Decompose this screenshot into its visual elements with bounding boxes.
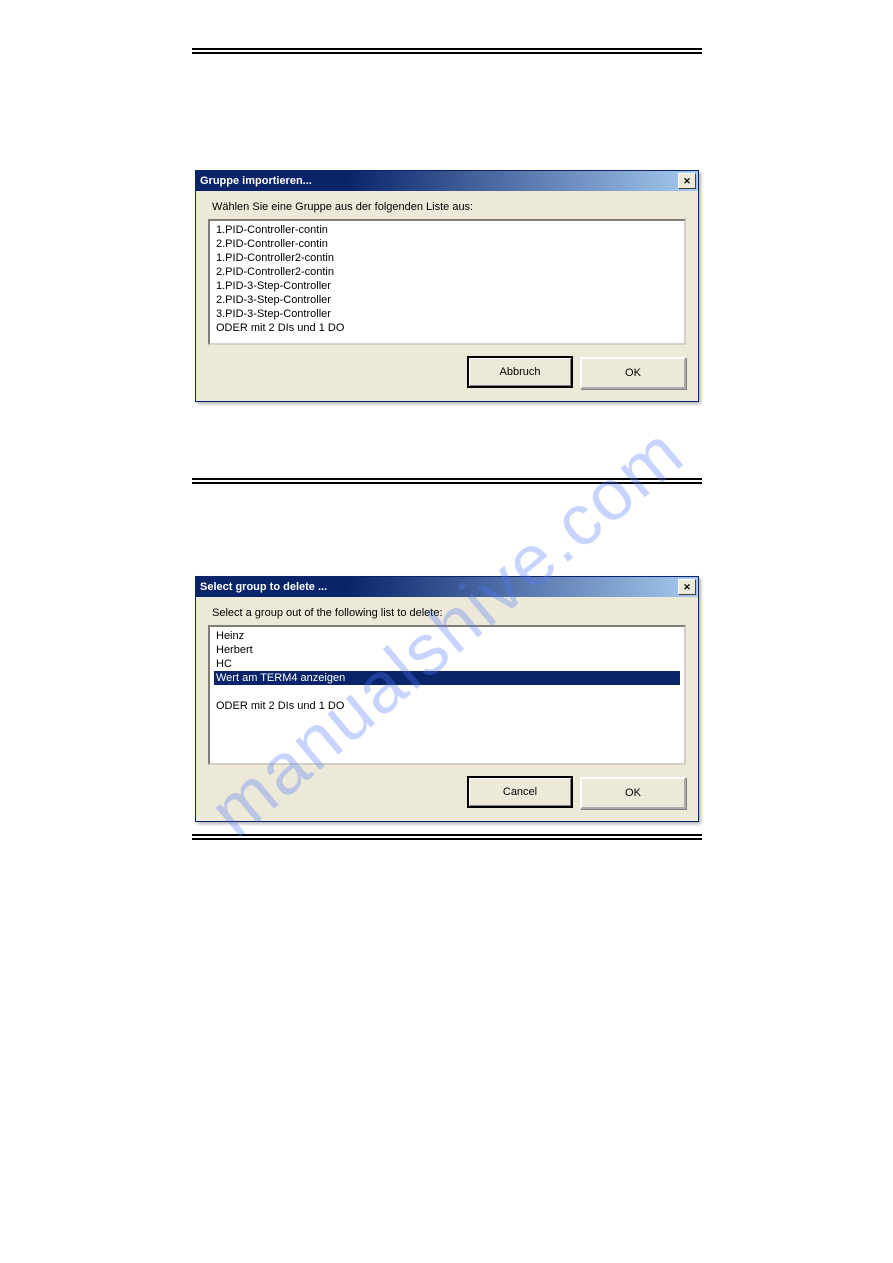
list-item[interactable]	[214, 685, 680, 699]
list-item[interactable]: 1.PID-Controller-contin	[214, 223, 680, 237]
divider	[192, 478, 702, 480]
divider	[192, 48, 702, 50]
cancel-button[interactable]: Abbruch	[468, 357, 572, 387]
ok-button[interactable]: OK	[580, 777, 686, 809]
titlebar: Select group to delete ... ✕	[196, 577, 698, 597]
prompt-text: Wählen Sie eine Gruppe aus der folgenden…	[212, 201, 686, 213]
close-icon[interactable]: ✕	[678, 579, 696, 595]
list-item[interactable]: Heinz	[214, 629, 680, 643]
titlebar: Gruppe importieren... ✕	[196, 171, 698, 191]
close-icon[interactable]: ✕	[678, 173, 696, 189]
group-listbox[interactable]: 1.PID-Controller-contin2.PID-Controller-…	[208, 219, 686, 345]
import-group-dialog: Gruppe importieren... ✕ Wählen Sie eine …	[195, 170, 699, 402]
list-item[interactable]: 1.PID-Controller2-contin	[214, 251, 680, 265]
divider	[192, 52, 702, 54]
dialog-title: Gruppe importieren...	[200, 175, 312, 187]
list-item[interactable]: 2.PID-Controller-contin	[214, 237, 680, 251]
divider	[192, 482, 702, 484]
list-item[interactable]: ODER mit 2 DIs und 1 DO	[214, 321, 680, 335]
list-item[interactable]: ODER mit 2 DIs und 1 DO	[214, 699, 680, 713]
list-item[interactable]: HC	[214, 657, 680, 671]
list-item[interactable]: 3.PID-3-Step-Controller	[214, 307, 680, 321]
list-item[interactable]: 2.PID-3-Step-Controller	[214, 293, 680, 307]
list-item[interactable]: Wert am TERM4 anzeigen	[214, 671, 680, 685]
delete-group-dialog: Select group to delete ... ✕ Select a gr…	[195, 576, 699, 822]
divider	[192, 834, 702, 836]
list-item[interactable]: 2.PID-Controller2-contin	[214, 265, 680, 279]
list-item[interactable]: 1.PID-3-Step-Controller	[214, 279, 680, 293]
ok-button[interactable]: OK	[580, 357, 686, 389]
divider	[192, 838, 702, 840]
group-listbox[interactable]: HeinzHerbertHCWert am TERM4 anzeigen ODE…	[208, 625, 686, 765]
list-item[interactable]: Herbert	[214, 643, 680, 657]
cancel-button[interactable]: Cancel	[468, 777, 572, 807]
dialog-title: Select group to delete ...	[200, 581, 327, 593]
prompt-text: Select a group out of the following list…	[212, 607, 686, 619]
